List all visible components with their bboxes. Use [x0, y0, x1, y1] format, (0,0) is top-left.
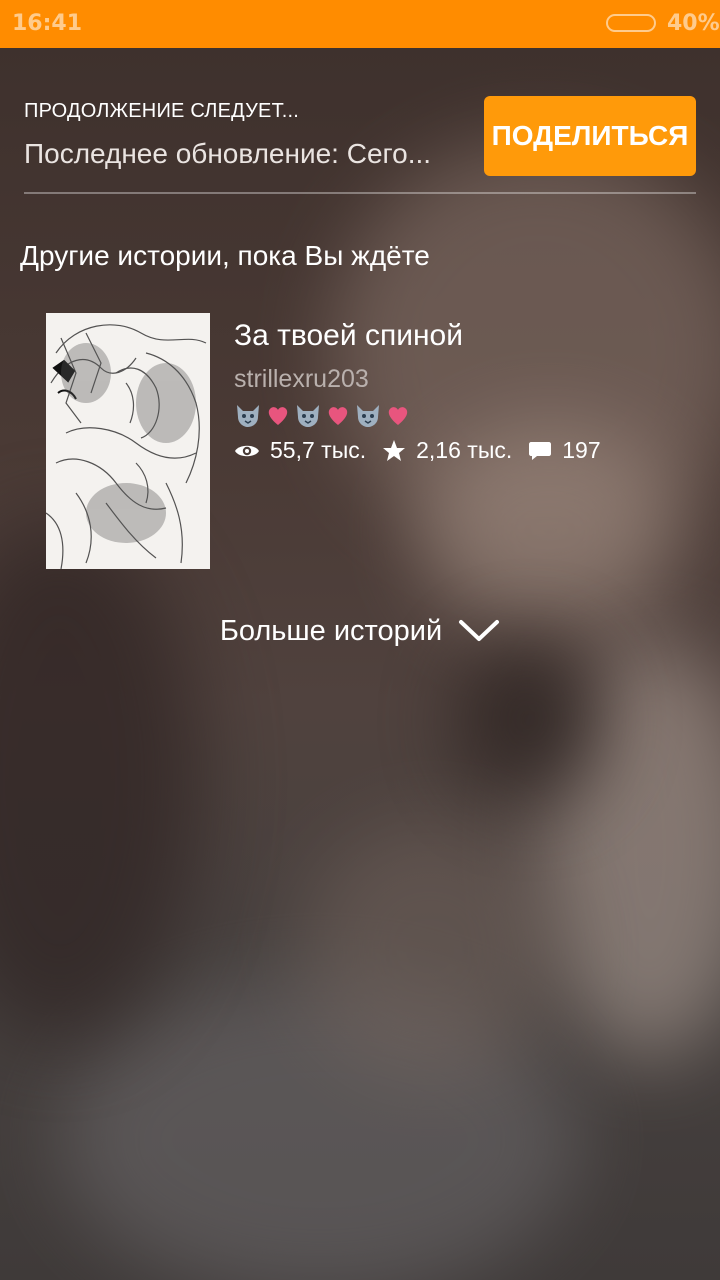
reads-count: 55,7 тыс.	[270, 437, 367, 463]
continuation-header: ПРОДОЛЖЕНИЕ СЛЕДУЕТ... Последнее обновле…	[24, 96, 696, 192]
last-update-text: Последнее обновление: Сего...	[24, 138, 432, 169]
status-bar: 16:41 40%	[0, 0, 720, 48]
battery-percent: 40%	[667, 11, 720, 36]
battery-icon	[606, 14, 656, 32]
other-stories-heading: Другие истории, пока Вы ждёте	[20, 240, 430, 271]
chevron-down-icon	[459, 620, 500, 641]
comments-count: 197	[562, 437, 601, 463]
wolf-icon	[294, 401, 322, 429]
share-button[interactable]: ПОДЕЛИТЬСЯ	[484, 96, 696, 176]
heart-icon	[384, 401, 412, 429]
to-be-continued-label: ПРОДОЛЖЕНИЕ СЛЕДУЕТ...	[24, 100, 300, 122]
story-title[interactable]: За твоей спиной	[234, 319, 463, 353]
wolf-icon	[354, 401, 382, 429]
votes-count: 2,16 тыс.	[416, 437, 513, 463]
comment-icon	[529, 441, 552, 460]
story-cover-image[interactable]	[46, 313, 210, 569]
votes-stat: 2,16 тыс.	[382, 437, 512, 464]
story-emoji-row	[234, 401, 412, 429]
wolf-icon	[234, 401, 262, 429]
story-card[interactable]: За твоей спиной strillexru203 55,7 тыс. …	[46, 313, 666, 569]
more-stories-button[interactable]: Больше историй	[0, 608, 720, 654]
story-stats: 55,7 тыс. 2,16 тыс. 197	[234, 437, 617, 464]
divider	[24, 192, 696, 194]
status-time: 16:41	[12, 11, 83, 36]
story-author[interactable]: strillexru203	[234, 365, 369, 394]
heart-icon	[264, 401, 292, 429]
reads-stat: 55,7 тыс.	[234, 437, 366, 464]
eye-icon	[235, 445, 259, 456]
comments-stat: 197	[528, 437, 601, 464]
more-stories-label: Больше историй	[219, 614, 443, 647]
star-icon	[383, 439, 406, 461]
heart-icon	[324, 401, 352, 429]
